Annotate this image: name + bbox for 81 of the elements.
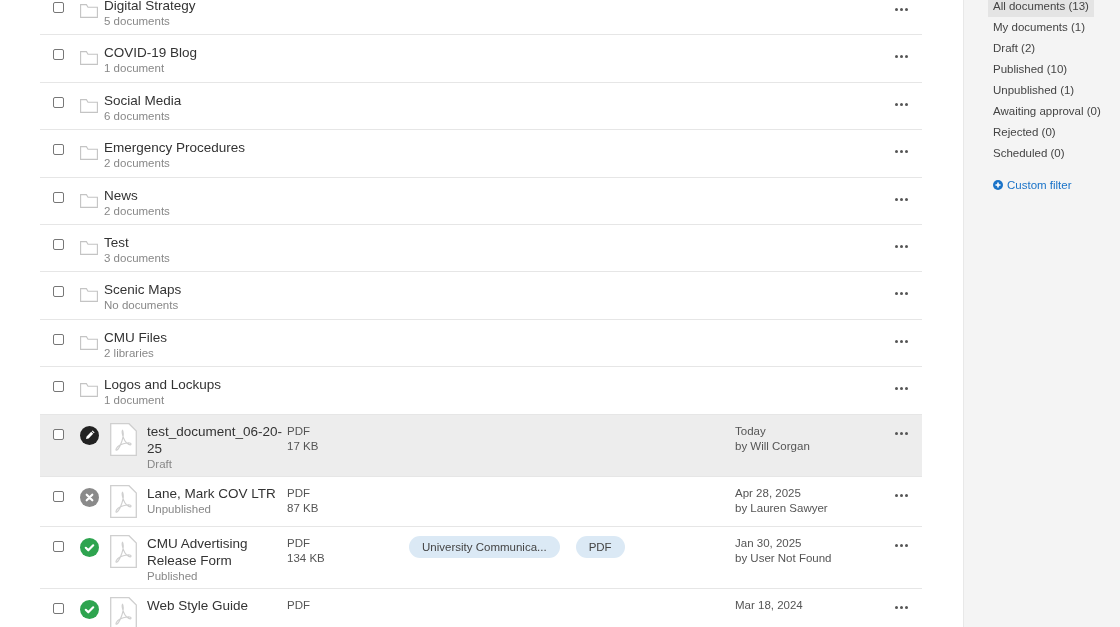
- tag-chip[interactable]: University Communica...: [409, 535, 560, 558]
- modified-date: Mar 18, 2024: [735, 597, 804, 613]
- row-checkbox[interactable]: [52, 96, 64, 108]
- file-type: PDF: [287, 485, 311, 501]
- file-size: 87 KB: [287, 500, 320, 516]
- folder-count: 1 document: [104, 393, 166, 408]
- folder-count: 3 documents: [104, 250, 170, 265]
- folder-icon: [80, 146, 98, 161]
- filter-item[interactable]: Draft (2): [988, 38, 1041, 59]
- modified-by: by User Not Found: [735, 550, 833, 566]
- file-size: 17 KB: [287, 438, 320, 454]
- folder-name[interactable]: Digital Strategy: [104, 0, 196, 14]
- folder-count: 2 documents: [104, 203, 170, 218]
- document-name[interactable]: CMU Advertising Release Form: [147, 534, 287, 569]
- custom-filter-link[interactable]: Custom filter: [988, 178, 1078, 192]
- check-status-icon: [79, 599, 99, 619]
- folder-count: 5 documents: [104, 14, 171, 28]
- folder-name[interactable]: Emergency Procedures: [104, 139, 246, 157]
- filter-item[interactable]: Rejected (0): [988, 122, 1061, 143]
- file-type: PDF: [287, 423, 311, 439]
- document-name[interactable]: Web Style Guide: [147, 596, 287, 614]
- folder-icon: [80, 240, 98, 255]
- filter-item[interactable]: My documents (1): [988, 17, 1091, 38]
- folder-name[interactable]: News: [104, 186, 170, 204]
- cross-status-icon: [79, 487, 99, 507]
- folder-icon: [80, 98, 98, 113]
- check-status-icon: [79, 537, 99, 557]
- modified-date: Today: [735, 423, 767, 439]
- folder-name[interactable]: Logos and Lockups: [104, 376, 222, 394]
- row-checkbox[interactable]: [52, 191, 64, 203]
- filter-item[interactable]: Awaiting approval (0): [988, 101, 1106, 122]
- document-status: Published: [147, 568, 199, 583]
- folder-icon: [80, 335, 98, 350]
- folder-name[interactable]: Scenic Maps: [104, 281, 182, 299]
- folder-count: 2 libraries: [104, 345, 155, 360]
- tag-chip[interactable]: PDF: [575, 535, 625, 558]
- pdf-file-icon: [110, 534, 137, 568]
- row-checkbox[interactable]: [52, 144, 64, 156]
- row-checkbox[interactable]: [52, 490, 64, 502]
- modified-by: by Will Corgan: [735, 438, 811, 454]
- folder-icon: [80, 51, 98, 66]
- folder-count: 2 documents: [104, 156, 171, 171]
- folder-name[interactable]: COVID-19 Blog: [104, 44, 198, 62]
- folder-icon: [80, 193, 98, 208]
- row-checkbox[interactable]: [52, 49, 64, 61]
- row-checkbox[interactable]: [52, 2, 64, 13]
- folder-name[interactable]: CMU Files: [104, 328, 167, 346]
- document-name[interactable]: Lane, Mark COV LTR: [147, 484, 287, 502]
- row-checkbox[interactable]: [52, 602, 64, 614]
- modified-date: Apr 28, 2025: [735, 485, 802, 501]
- pdf-file-icon: [110, 484, 137, 518]
- row-checkbox[interactable]: [52, 238, 64, 250]
- file-size: 134 KB: [287, 550, 326, 566]
- filter-item[interactable]: Published (10): [988, 59, 1073, 80]
- row-checkbox[interactable]: [52, 428, 64, 440]
- row-checkbox[interactable]: [52, 333, 64, 345]
- row-checkbox[interactable]: [52, 381, 64, 393]
- row-checkbox[interactable]: [52, 540, 64, 552]
- folder-count: 1 document: [104, 61, 166, 76]
- file-type: PDF: [287, 597, 311, 613]
- modified-date: Jan 30, 2025: [735, 535, 803, 551]
- pencil-status-icon: [79, 425, 99, 445]
- row-checkbox[interactable]: [52, 286, 64, 298]
- filter-item[interactable]: All documents (13): [988, 0, 1094, 17]
- modified-by: by Lauren Sawyer: [735, 500, 829, 516]
- pdf-file-icon: [110, 596, 137, 627]
- folder-icon: [80, 383, 98, 398]
- folder-name[interactable]: Test: [104, 233, 170, 251]
- folder-icon: [80, 4, 98, 18]
- folder-count: No documents: [104, 298, 180, 313]
- folder-count: 6 documents: [104, 108, 171, 123]
- file-type: PDF: [287, 535, 311, 551]
- folder-name[interactable]: Social Media: [104, 91, 182, 109]
- document-status: Unpublished: [147, 501, 212, 516]
- filter-item[interactable]: Unpublished (1): [988, 80, 1080, 101]
- filter-item[interactable]: Scheduled (0): [988, 143, 1070, 164]
- pdf-file-icon: [110, 422, 137, 456]
- folder-icon: [80, 288, 98, 303]
- document-status: Draft: [147, 456, 173, 471]
- plus-circle-icon: [993, 180, 1003, 190]
- document-name[interactable]: test_document_06-20-25: [147, 422, 287, 457]
